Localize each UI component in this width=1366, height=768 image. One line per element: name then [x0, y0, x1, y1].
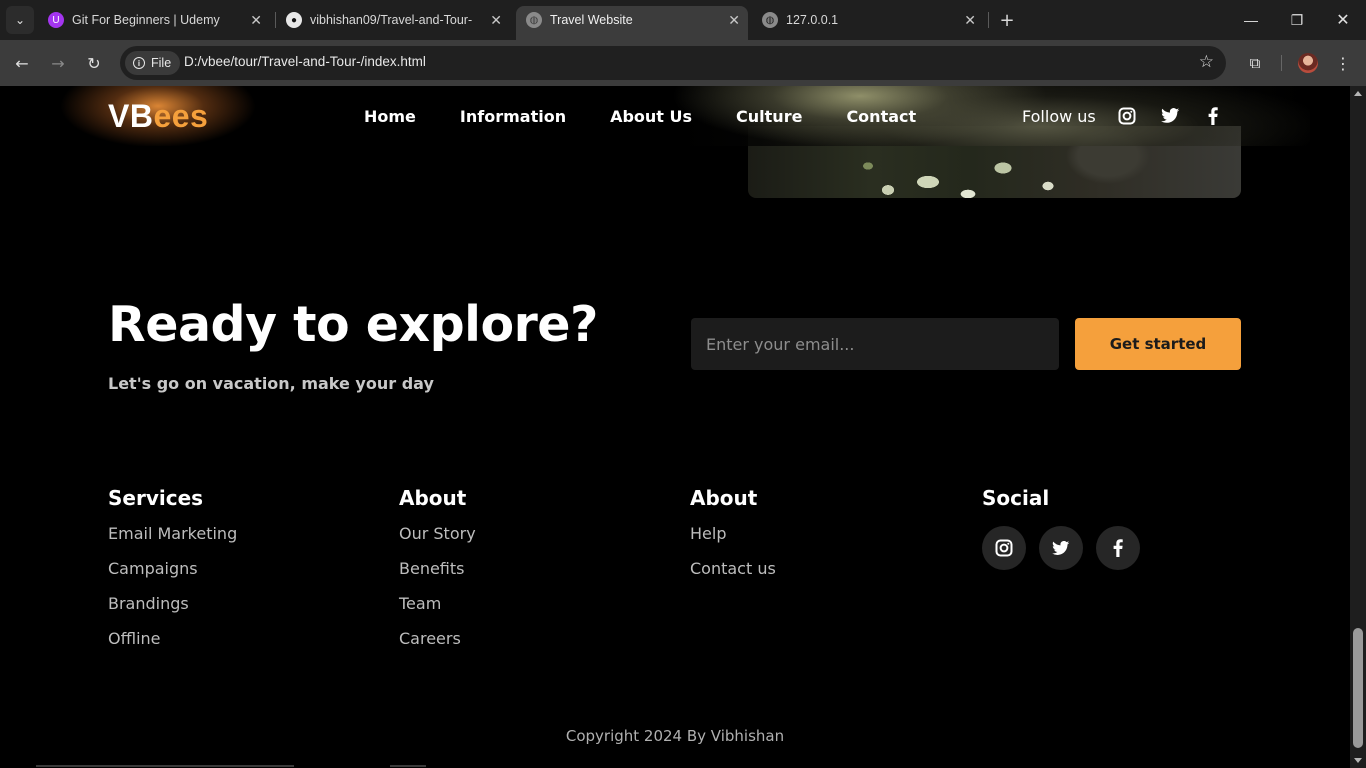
footer-heading: Social	[982, 486, 1050, 510]
info-icon: i	[133, 57, 145, 69]
close-tab-icon[interactable]: ✕	[250, 12, 262, 29]
footer-column-about: About Our Story Benefits Team Careers	[399, 486, 476, 664]
tab-udemy[interactable]: U Git For Beginners | Udemy ✕	[42, 6, 270, 34]
github-icon: ●	[286, 12, 302, 28]
extensions-puzzle-icon[interactable]: ⧉	[1243, 51, 1267, 75]
address-bar[interactable]: i File D:/vbee/tour/Travel-and-Tour-/ind…	[120, 46, 1226, 80]
globe-icon: ◍	[762, 12, 778, 28]
nav-link-culture[interactable]: Culture	[736, 107, 802, 126]
reload-icon[interactable]: ↻	[82, 51, 106, 75]
tab-travel-website[interactable]: ◍ Travel Website ✕	[516, 6, 748, 40]
horizontal-scrollbar-fragment	[36, 765, 294, 767]
footer-link[interactable]: Email Marketing	[108, 524, 237, 559]
tab-title: vibhishan09/Travel-and-Tour-	[310, 13, 473, 27]
tab-title: Travel Website	[550, 13, 633, 27]
twitter-icon[interactable]	[1039, 526, 1083, 570]
tab-github[interactable]: ● vibhishan09/Travel-and-Tour- ✕	[280, 6, 510, 34]
footer-link[interactable]: Contact us	[690, 559, 776, 594]
profile-avatar[interactable]	[1298, 53, 1318, 73]
back-arrow-icon[interactable]: ←	[10, 51, 34, 75]
logo-part-white: VB	[108, 98, 154, 134]
nav-link-contact[interactable]: Contact	[846, 107, 916, 126]
cta-subtitle: Let's go on vacation, make your day	[108, 374, 434, 393]
nav-links: Home Information About Us Culture Contac…	[364, 107, 916, 126]
footer-heading: About	[399, 486, 467, 510]
close-window-icon[interactable]: ✕	[1331, 8, 1355, 32]
footer-column-about-help: About Help Contact us	[690, 486, 776, 594]
instagram-icon[interactable]	[1117, 106, 1137, 126]
footer-link[interactable]: Campaigns	[108, 559, 237, 594]
footer-link[interactable]: Brandings	[108, 594, 237, 629]
facebook-icon[interactable]	[1096, 526, 1140, 570]
toolbar-divider	[1281, 55, 1282, 71]
footer-link[interactable]: Offline	[108, 629, 237, 664]
globe-icon: ◍	[526, 12, 542, 28]
tab-title: 127.0.0.1	[786, 13, 839, 27]
facebook-icon[interactable]	[1203, 106, 1223, 126]
site-info-chip[interactable]: i File	[125, 51, 181, 75]
restore-icon[interactable]: ❐	[1285, 8, 1309, 32]
tab-search-chevron-icon[interactable]: ⌄	[6, 6, 34, 34]
minimize-icon[interactable]: —	[1239, 8, 1263, 32]
tab-divider	[275, 12, 276, 28]
twitter-icon[interactable]	[1160, 106, 1180, 126]
close-tab-icon[interactable]: ✕	[728, 12, 740, 29]
tab-title: Git For Beginners | Udemy	[72, 13, 220, 27]
get-started-button[interactable]: Get started	[1075, 318, 1241, 370]
copyright-text: Copyright 2024 By Vibhishan	[565, 727, 785, 745]
email-input[interactable]	[691, 318, 1059, 370]
page-viewport: VBees Home Information About Us Culture …	[0, 86, 1350, 768]
cta-heading: Ready to explore?	[108, 296, 598, 353]
udemy-icon: U	[48, 12, 64, 28]
forward-arrow-icon[interactable]: →	[46, 51, 70, 75]
browser-tab-bar: ⌄ U Git For Beginners | Udemy ✕ ● vibhis…	[0, 0, 1366, 40]
footer-column-social: Social	[982, 486, 1049, 524]
follow-us-label: Follow us	[1022, 107, 1096, 126]
browser-toolbar: ← → ↻ i File D:/vbee/tour/Travel-and-Tou…	[0, 40, 1366, 86]
tab-localhost[interactable]: ◍ 127.0.0.1 ✕	[756, 6, 984, 34]
footer-link[interactable]: Our Story	[399, 524, 476, 559]
social-icons	[982, 526, 1140, 570]
footer-link[interactable]: Team	[399, 594, 476, 629]
tab-divider	[988, 12, 989, 28]
logo-part-orange: ees	[153, 98, 209, 134]
footer-column-services: Services Email Marketing Campaigns Brand…	[108, 486, 237, 664]
close-tab-icon[interactable]: ✕	[490, 12, 502, 29]
footer-heading: About	[690, 486, 758, 510]
close-tab-icon[interactable]: ✕	[964, 12, 976, 29]
footer-heading: Services	[108, 486, 204, 510]
site-logo[interactable]: VBees	[108, 98, 208, 135]
instagram-icon[interactable]	[982, 526, 1026, 570]
new-tab-button[interactable]: +	[995, 8, 1019, 32]
kebab-menu-icon[interactable]: ⋮	[1333, 51, 1353, 75]
chip-label: File	[151, 56, 172, 70]
footer-link[interactable]: Benefits	[399, 559, 476, 594]
nav-link-about-us[interactable]: About Us	[610, 107, 692, 126]
horizontal-scrollbar-fragment	[390, 765, 426, 767]
scroll-down-arrow-icon[interactable]	[1354, 758, 1362, 763]
footer-link[interactable]: Help	[690, 524, 776, 559]
nav-link-information[interactable]: Information	[460, 107, 566, 126]
url-text[interactable]: D:/vbee/tour/Travel-and-Tour-/index.html	[184, 54, 426, 69]
scrollbar-thumb[interactable]	[1353, 628, 1363, 748]
bookmark-star-icon[interactable]: ☆	[1199, 52, 1214, 72]
footer-link[interactable]: Careers	[399, 629, 476, 664]
vertical-scrollbar[interactable]	[1350, 86, 1366, 768]
scroll-up-arrow-icon[interactable]	[1354, 91, 1362, 96]
nav-link-home[interactable]: Home	[364, 107, 416, 126]
